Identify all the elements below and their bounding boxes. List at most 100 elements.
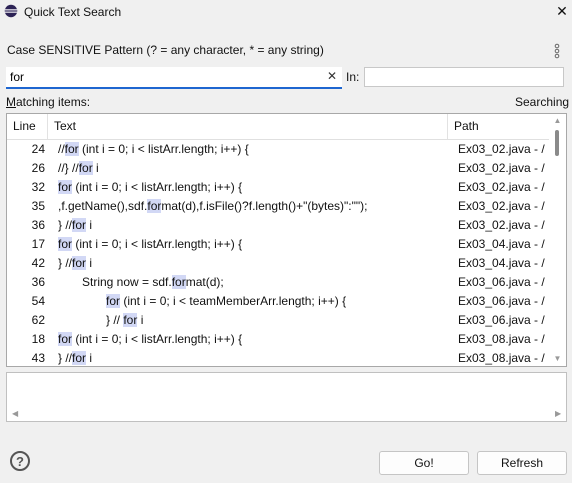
cell-path: Ex03_02.java - /	[458, 142, 545, 156]
text-segment: //} //	[58, 161, 79, 175]
cell-path: Ex03_06.java - /	[458, 313, 545, 327]
match-highlight: for	[78, 161, 93, 175]
cell-path: Ex03_06.java - /	[458, 275, 545, 289]
table-row[interactable]: 35 ,f.getName(),sdf.format(d),f.isFile()?…	[7, 197, 548, 216]
cell-text: } //for i	[58, 349, 443, 366]
vertical-dots-icon[interactable]	[553, 42, 561, 60]
cell-text: } // for i	[58, 311, 491, 330]
text-segment: (int i = 0; i < listArr.length; i++) {	[72, 237, 243, 251]
text-segment: } //	[106, 313, 124, 327]
match-highlight: for	[147, 199, 162, 213]
scroll-right-icon[interactable]: ▶	[555, 409, 561, 418]
cell-path: Ex03_02.java - /	[458, 161, 545, 175]
cell-path: Ex03_02.java - /	[458, 199, 545, 213]
cell-line: 62	[31, 313, 45, 327]
text-segment: (int i = 0; i < listArr.length; i++) {	[72, 332, 243, 346]
clear-icon[interactable]: ✕	[326, 68, 338, 84]
search-field: ✕	[6, 67, 342, 89]
cell-path: Ex03_02.java - /	[458, 218, 545, 232]
text-segment: (int i = 0; i < teamMemberArr.length; i+…	[120, 294, 347, 308]
match-highlight: for	[106, 294, 121, 308]
table-row[interactable]: 26 //} //for i Ex03_02.java - /	[7, 159, 548, 178]
text-segment: } //	[58, 351, 73, 365]
cell-text: for (int i = 0; i < listArr.length; i++)…	[58, 178, 443, 197]
preview-pane[interactable]: ◀ ▶	[6, 372, 567, 422]
cell-text: for (int i = 0; i < listArr.length; i++)…	[58, 235, 443, 254]
cell-line: 54	[31, 294, 45, 308]
cell-line: 24	[31, 142, 45, 156]
match-highlight: for	[64, 142, 79, 156]
cell-line: 36	[31, 275, 45, 289]
match-highlight: for	[58, 332, 73, 346]
go-button[interactable]: Go!	[379, 451, 469, 475]
search-input[interactable]	[6, 67, 332, 87]
text-segment: i	[86, 351, 93, 365]
scroll-left-icon[interactable]: ◀	[12, 409, 18, 418]
table-row[interactable]: 42 } //for i Ex03_04.java - /	[7, 254, 548, 273]
in-input[interactable]	[365, 68, 563, 86]
cell-line: 35	[31, 199, 45, 213]
cell-path: Ex03_04.java - /	[458, 237, 545, 251]
scroll-thumb[interactable]	[555, 130, 559, 156]
text-segment: i	[86, 256, 93, 270]
cell-text: for (int i = 0; i < listArr.length; i++)…	[58, 330, 443, 349]
text-segment: (int i = 0; i < listArr.length; i++) {	[78, 142, 249, 156]
match-highlight: for	[72, 351, 87, 365]
column-header-text[interactable]: Text	[48, 114, 448, 139]
question-icon[interactable]: ?	[10, 451, 30, 471]
text-segment: i	[92, 161, 99, 175]
cell-text: ,f.getName(),sdf.format(d),f.isFile()?f.…	[58, 197, 443, 216]
table-row[interactable]: 36} //for i Ex03_02.java - /	[7, 216, 548, 235]
cell-line: 18	[31, 332, 45, 346]
text-segment: mat(d),f.isFile()?f.length()+"(bytes)":"…	[161, 199, 368, 213]
window-title: Quick Text Search	[24, 5, 122, 19]
table-row[interactable]: 24 //for (int i = 0; i < listArr.length; …	[7, 140, 548, 159]
cell-line: 43	[31, 351, 45, 365]
pattern-label: Case SENSITIVE Pattern (? = any characte…	[7, 43, 324, 57]
match-highlight: for	[123, 313, 138, 327]
close-icon[interactable]: ✕	[554, 2, 570, 20]
cell-path: Ex03_08.java - /	[458, 351, 545, 365]
cell-path: Ex03_04.java - /	[458, 256, 545, 270]
text-segment: (int i = 0; i < listArr.length; i++) {	[72, 180, 243, 194]
table-row[interactable]: 54 for (int i = 0; i < teamMemberArr.leng…	[7, 292, 548, 311]
cell-line: 26	[31, 161, 45, 175]
scroll-down-icon[interactable]: ▼	[553, 354, 562, 363]
cell-line: 17	[31, 237, 45, 251]
table-row[interactable]: 32 for (int i = 0; i < listArr.length; i+…	[7, 178, 548, 197]
match-highlight: for	[171, 275, 186, 289]
table-row[interactable]: 36 String now = sdf.format(d); Ex03_06.jav…	[7, 273, 548, 292]
search-status: Searching	[515, 95, 570, 109]
column-header-line[interactable]: Line	[7, 114, 48, 139]
match-highlight: for	[72, 256, 87, 270]
table-row[interactable]: 62 } // for i Ex03_06.java - /	[7, 311, 548, 330]
in-label: In:	[346, 70, 360, 84]
matching-label-text: atching items:	[16, 95, 91, 109]
table-row[interactable]: 17 for (int i = 0; i < listArr.length; i+…	[7, 235, 548, 254]
scroll-up-icon[interactable]: ▲	[553, 116, 562, 125]
results-table[interactable]: Line Text Path 24//for (int i = 0; i < l…	[6, 113, 567, 367]
cell-text: for (int i = 0; i < teamMemberArr.length…	[58, 292, 491, 311]
cell-text: //for (int i = 0; i < listArr.length; i+…	[58, 140, 443, 159]
cell-text: } //for i	[58, 254, 443, 273]
text-segment: String now = sdf.	[82, 275, 172, 289]
matching-mnemonic: M	[6, 95, 16, 109]
vertical-scrollbar[interactable]: ▲ ▼	[549, 114, 566, 366]
table-row[interactable]: 43 } //for i Ex03_08.java - /	[7, 349, 548, 366]
text-segment: mat(d);	[185, 275, 224, 289]
text-segment: i	[86, 218, 93, 232]
text-segment: ,f.getName(),sdf.	[58, 199, 148, 213]
column-header-path[interactable]: Path	[448, 114, 548, 139]
cell-line: 32	[31, 180, 45, 194]
text-segment: //	[58, 142, 65, 156]
in-field	[364, 67, 564, 87]
match-highlight: for	[58, 237, 73, 251]
table-row[interactable]: 18 for (int i = 0; i < listArr.length; i+…	[7, 330, 548, 349]
matching-items-label: Matching items:	[6, 95, 90, 109]
cell-line: 42	[31, 256, 45, 270]
refresh-button[interactable]: Refresh	[477, 451, 567, 475]
cell-path: Ex03_06.java - /	[458, 294, 545, 308]
cell-path: Ex03_08.java - /	[458, 332, 545, 346]
text-segment: } //	[58, 256, 73, 270]
match-highlight: for	[72, 218, 87, 232]
